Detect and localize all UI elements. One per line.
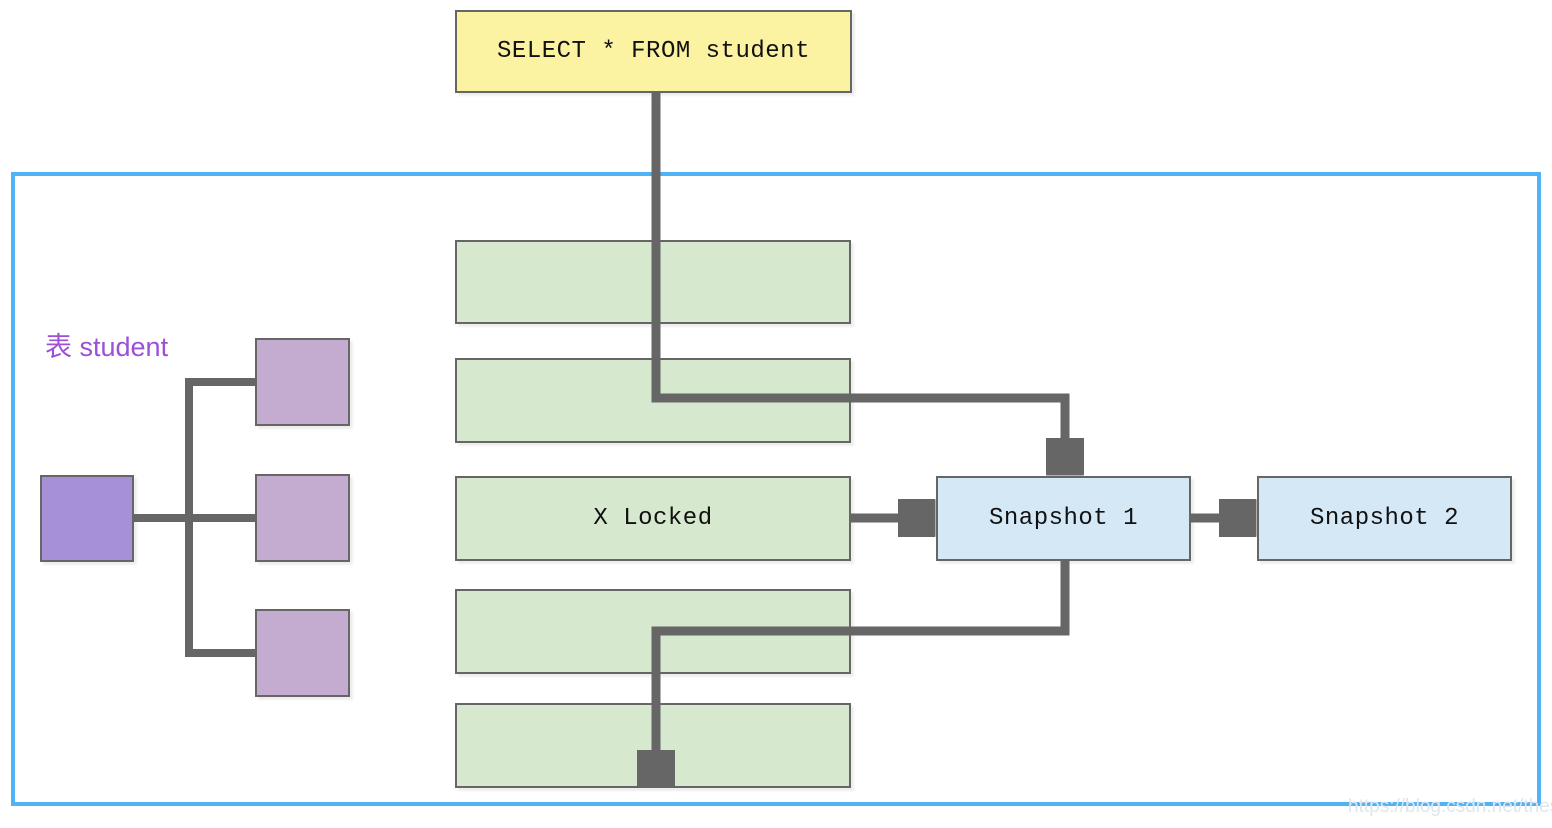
table-label: 表 student: [45, 332, 169, 362]
tree-root-node: [40, 475, 134, 562]
diagram-canvas: SELECT * FROM student 表 student X Locked…: [0, 0, 1552, 828]
watermark-text: https://blog.csdn.net/thesprit: [1348, 796, 1552, 817]
data-row-1: [455, 240, 851, 324]
snapshot-2-box: Snapshot 2: [1257, 476, 1512, 561]
data-row-4: [455, 589, 851, 674]
tree-leaf-node-1: [255, 338, 350, 426]
data-row-2: [455, 358, 851, 443]
sql-query-box: SELECT * FROM student: [455, 10, 852, 93]
tree-leaf-node-3: [255, 609, 350, 697]
data-row-3-locked: X Locked: [455, 476, 851, 561]
tree-leaf-node-2: [255, 474, 350, 562]
snapshot-1-box: Snapshot 1: [936, 476, 1191, 561]
data-row-5: [455, 703, 851, 788]
